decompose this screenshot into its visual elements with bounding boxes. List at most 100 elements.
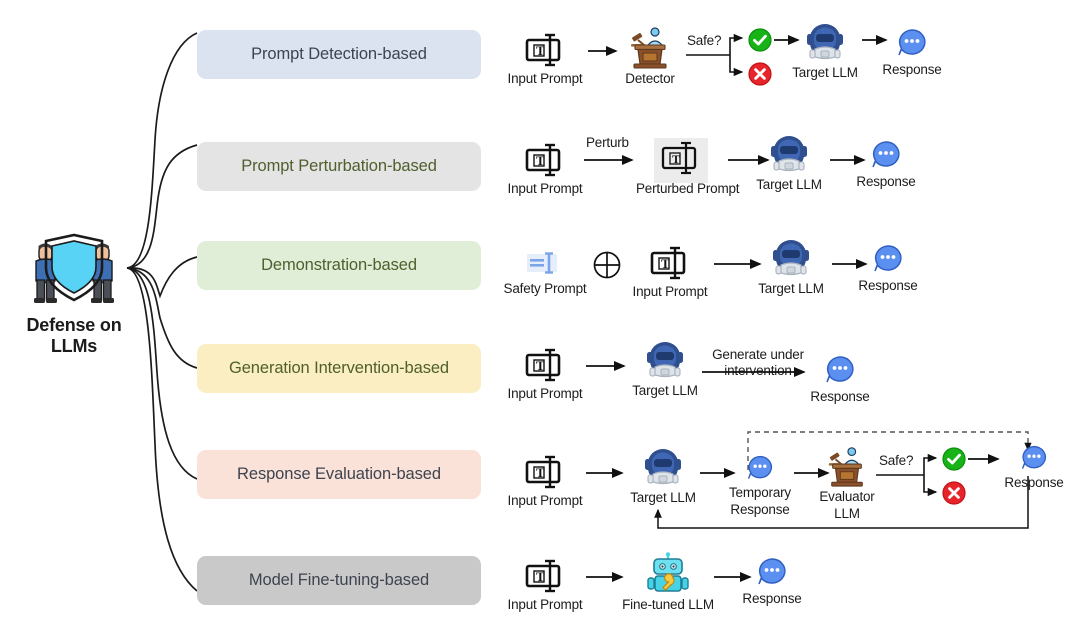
temporary-response-bubble-icon — [747, 455, 772, 479]
category-box-demonstration[interactable]: Demonstration-based — [197, 241, 481, 290]
category-box-model-fine-tuning[interactable]: Model Fine-tuning-based — [197, 556, 481, 605]
node-label: Response — [742, 591, 802, 606]
red-cross-icon — [748, 62, 772, 91]
node-response: Response — [874, 25, 950, 78]
node-label: Target LLM — [758, 281, 824, 296]
arrow-generate-under-intervention — [702, 366, 806, 378]
node-input-prompt: T Input Prompt — [503, 345, 587, 402]
category-label: Prompt Detection-based — [251, 45, 427, 63]
arrow-perturb — [584, 154, 634, 166]
category-box-prompt-detection[interactable]: Prompt Detection-based — [197, 30, 481, 79]
node-label-line2: Response — [730, 501, 790, 517]
branch-safe-split — [876, 453, 938, 497]
edge-label-line1: Generate under — [712, 347, 804, 362]
node-detector: Detector — [611, 24, 689, 87]
node-response: Response — [996, 442, 1072, 491]
node-temporary-response: Temporary Response — [722, 452, 798, 517]
target-llm-astronaut-icon — [647, 342, 683, 378]
category-label: Prompt Perturbation-based — [241, 157, 437, 175]
node-label: Detector — [625, 71, 675, 86]
safety-prompt-icon — [527, 252, 557, 274]
response-bubble-icon — [874, 245, 902, 272]
node-input-prompt: T Input Prompt — [503, 140, 587, 197]
node-target-llm: Target LLM — [624, 447, 702, 506]
node-label: Input Prompt — [507, 181, 583, 196]
node-input-prompt: T Input Prompt — [628, 243, 712, 300]
node-label: Input Prompt — [507, 71, 583, 86]
category-label: Model Fine-tuning-based — [248, 571, 430, 589]
node-target-llm: Target LLM — [626, 340, 704, 399]
root-label: Defense on LLMs — [14, 315, 134, 357]
node-label: Perturbed Prompt — [636, 181, 740, 196]
target-llm-astronaut-icon — [773, 240, 809, 276]
node-label: Target LLM — [630, 490, 696, 505]
node-perturbed-prompt: T Perturbed Prompt — [636, 137, 740, 197]
node-label-line1: Evaluator — [819, 489, 875, 504]
green-check-icon — [942, 447, 966, 476]
target-llm-astronaut-icon — [771, 136, 807, 172]
category-box-response-evaluation[interactable]: Response Evaluation-based — [197, 450, 481, 499]
perturbed-prompt-icon: T — [661, 141, 697, 174]
node-label: Target LLM — [792, 65, 858, 80]
input-prompt-icon: T — [525, 559, 561, 593]
node-label: Input Prompt — [507, 597, 583, 612]
node-label: Safety Prompt — [503, 281, 587, 296]
node-label: Response — [856, 174, 916, 189]
input-prompt-icon: T — [650, 246, 686, 280]
node-label: Response — [810, 389, 870, 404]
node-response: Response — [850, 241, 926, 294]
evaluator-podium-icon — [828, 447, 863, 487]
node-label: Response — [882, 62, 942, 77]
node-target-llm: Target LLM — [786, 22, 864, 81]
node-response: Response — [734, 554, 810, 607]
root-label-line1: Defense on — [26, 315, 122, 335]
node-fine-tuned-llm: Fine-tuned LLM — [622, 552, 714, 613]
node-label: Response — [1004, 475, 1064, 490]
target-llm-astronaut-icon — [645, 449, 681, 485]
branch-safe-split — [686, 33, 744, 77]
red-cross-icon — [942, 481, 966, 510]
node-evaluator-llm: Evaluator LLM — [812, 444, 882, 521]
circle-plus-icon — [592, 250, 622, 285]
detector-podium-icon — [631, 27, 667, 69]
node-label: Input Prompt — [507, 386, 583, 401]
target-llm-astronaut-icon — [807, 24, 843, 60]
category-box-generation-intervention[interactable]: Generation Intervention-based — [197, 344, 481, 393]
category-label: Response Evaluation-based — [237, 465, 441, 483]
response-bubble-icon — [1021, 445, 1046, 469]
edge-label-perturb: Perturb — [586, 135, 629, 150]
input-prompt-icon: T — [525, 455, 561, 489]
node-response: Response — [848, 137, 924, 190]
node-target-llm: Target LLM — [750, 134, 828, 193]
root-node: Defense on LLMs — [14, 232, 134, 357]
node-input-prompt: T Input Prompt — [503, 452, 587, 509]
category-label: Demonstration-based — [261, 256, 417, 274]
category-label: Generation Intervention-based — [229, 359, 449, 377]
input-prompt-icon: T — [525, 33, 561, 67]
node-label: Target LLM — [632, 383, 698, 398]
input-prompt-icon: T — [525, 143, 561, 177]
fine-tuned-llm-robot-icon — [647, 552, 689, 592]
node-input-prompt: T Input Prompt — [503, 30, 587, 87]
node-target-llm: Target LLM — [752, 238, 830, 297]
node-input-prompt: T Input Prompt — [503, 556, 587, 613]
response-bubble-icon — [872, 141, 900, 168]
node-response: Response — [802, 352, 878, 405]
response-bubble-icon — [826, 356, 854, 383]
node-label: Fine-tuned LLM — [622, 597, 714, 612]
green-check-icon — [748, 28, 772, 57]
node-label: Input Prompt — [507, 493, 583, 508]
input-prompt-icon: T — [525, 348, 561, 382]
node-safety-prompt: Safety Prompt — [503, 246, 587, 297]
shield-with-guards-icon — [34, 233, 114, 303]
node-label: Response — [858, 278, 918, 293]
node-label: Target LLM — [756, 177, 822, 192]
response-bubble-icon — [898, 29, 926, 56]
root-label-line2: LLMs — [50, 336, 98, 357]
diagram-canvas: Defense on LLMs Prompt Detection-based P… — [0, 0, 1080, 619]
node-label-line2: LLM — [834, 505, 860, 521]
node-label: Input Prompt — [632, 284, 708, 299]
node-label-line1: Temporary — [729, 485, 791, 500]
category-box-prompt-perturbation[interactable]: Prompt Perturbation-based — [197, 142, 481, 191]
response-bubble-icon — [758, 558, 786, 585]
